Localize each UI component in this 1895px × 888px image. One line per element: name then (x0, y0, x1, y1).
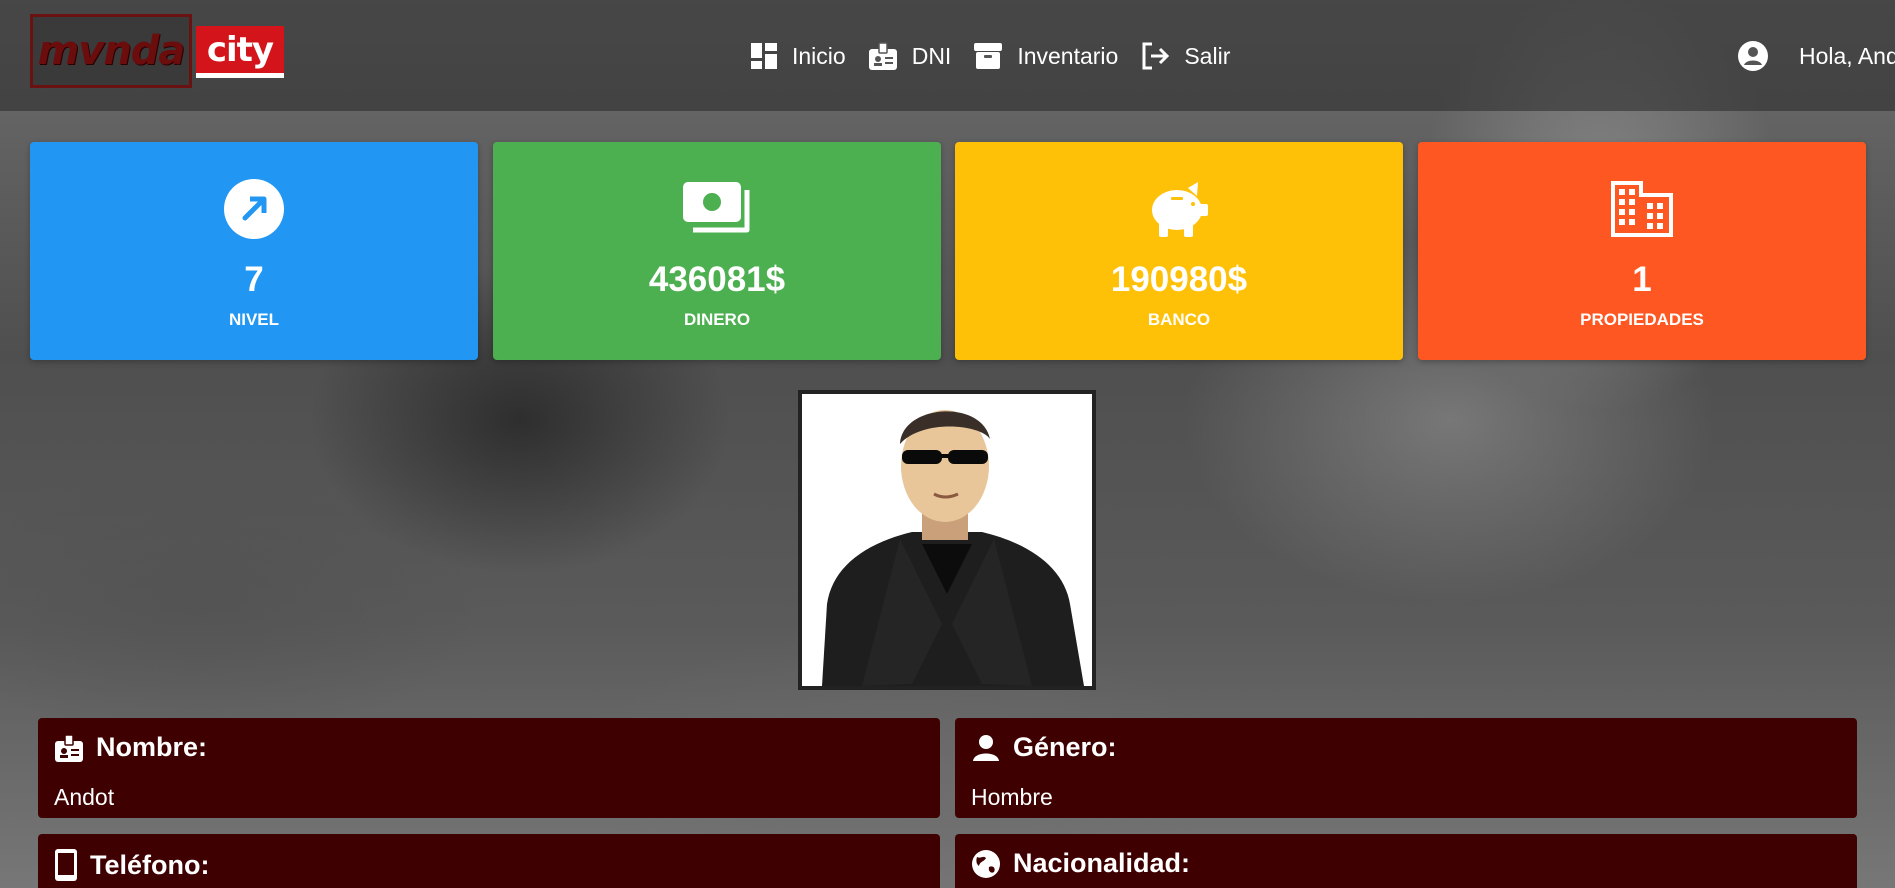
stat-value-propiedades: 1 (1632, 260, 1652, 299)
dashboard-icon (751, 43, 777, 69)
stat-card-propiedades: 1 PROPIEDADES (1418, 142, 1866, 360)
genero-title: Género: (1013, 732, 1117, 762)
building-icon (1611, 181, 1673, 237)
archive-box-icon (974, 43, 1003, 69)
nav-label-inventario: Inventario (1017, 42, 1119, 69)
logo-left-text: mvnda (37, 28, 186, 74)
stat-label-dinero: DINERO (683, 310, 751, 329)
top-navbar: mvnda city Inicio DNI Inventario Salir H… (0, 0, 1895, 111)
logo-right-block: city (196, 26, 284, 78)
money-icon (683, 182, 750, 233)
info-box-nombre: Nombre: Andot (38, 718, 940, 818)
stat-card-dinero: 436081$ DINERO (493, 142, 941, 360)
stat-value-banco: 190980$ (1110, 260, 1248, 299)
id-badge-icon (868, 42, 897, 70)
nav-label-dni: DNI (911, 42, 952, 69)
stat-label-nivel: NIVEL (228, 310, 280, 329)
user-menu[interactable]: Hola, And (1737, 36, 1895, 76)
user-circle-icon (1738, 41, 1768, 71)
nombre-title: Nombre: (96, 732, 208, 762)
nacionalidad-title: Nacionalidad: (1013, 848, 1191, 878)
nombre-value: Andot (54, 784, 115, 810)
info-head: Nombre: (54, 732, 207, 763)
logo-right-text: city (206, 29, 274, 70)
user-greeting: Hola, And (1799, 42, 1895, 69)
info-box-nacionalidad: Nacionalidad: (955, 834, 1857, 888)
person-icon (973, 734, 999, 761)
character-image (802, 394, 1092, 686)
brand-logo[interactable]: mvnda city (30, 14, 284, 88)
piggy-bank-icon (1152, 182, 1208, 237)
nav-item-salir[interactable]: Salir (1140, 41, 1230, 71)
stat-icon-wrap (1611, 178, 1673, 240)
stat-icon-wrap (681, 178, 753, 240)
info-box-genero: Género: Hombre (955, 718, 1857, 818)
stat-label-banco: BANCO (1147, 310, 1211, 329)
nav-label-inicio: Inicio (792, 42, 846, 69)
logo-left-block: mvnda (30, 14, 192, 88)
globe-icon (972, 849, 1000, 878)
info-head: Teléfono: (54, 848, 209, 882)
telefono-title: Teléfono: (90, 849, 210, 880)
nav-item-dni[interactable]: DNI (868, 41, 952, 71)
stat-card-nivel: 7 NIVEL (30, 142, 478, 360)
main-nav: Inicio DNI Inventario Salir (750, 36, 1252, 76)
nav-item-inicio[interactable]: Inicio (750, 42, 846, 70)
info-box-telefono: Teléfono: (38, 834, 940, 888)
info-head: Nacionalidad: (971, 848, 1190, 879)
logout-icon (1142, 42, 1170, 70)
stat-value-nivel: 7 (244, 260, 264, 299)
stat-label-propiedades: PROPIEDADES (1580, 310, 1704, 329)
id-badge-icon (55, 733, 83, 762)
stat-icon-wrap (223, 178, 285, 240)
info-head: Género: (971, 732, 1117, 763)
stat-value-dinero: 436081$ (648, 260, 786, 299)
nav-item-inventario[interactable]: Inventario (973, 41, 1118, 71)
phone-icon (55, 849, 77, 881)
genero-value: Hombre (971, 784, 1053, 810)
nav-label-salir: Salir (1184, 42, 1231, 69)
trending-arrow-icon (224, 179, 284, 239)
stat-card-banco: 190980$ BANCO (955, 142, 1403, 360)
stat-icon-wrap (1146, 178, 1212, 240)
character-portrait (798, 390, 1096, 690)
stats-row: 7 NIVEL 436081$ DINERO 190980$ BANCO 1 P… (30, 142, 1866, 360)
